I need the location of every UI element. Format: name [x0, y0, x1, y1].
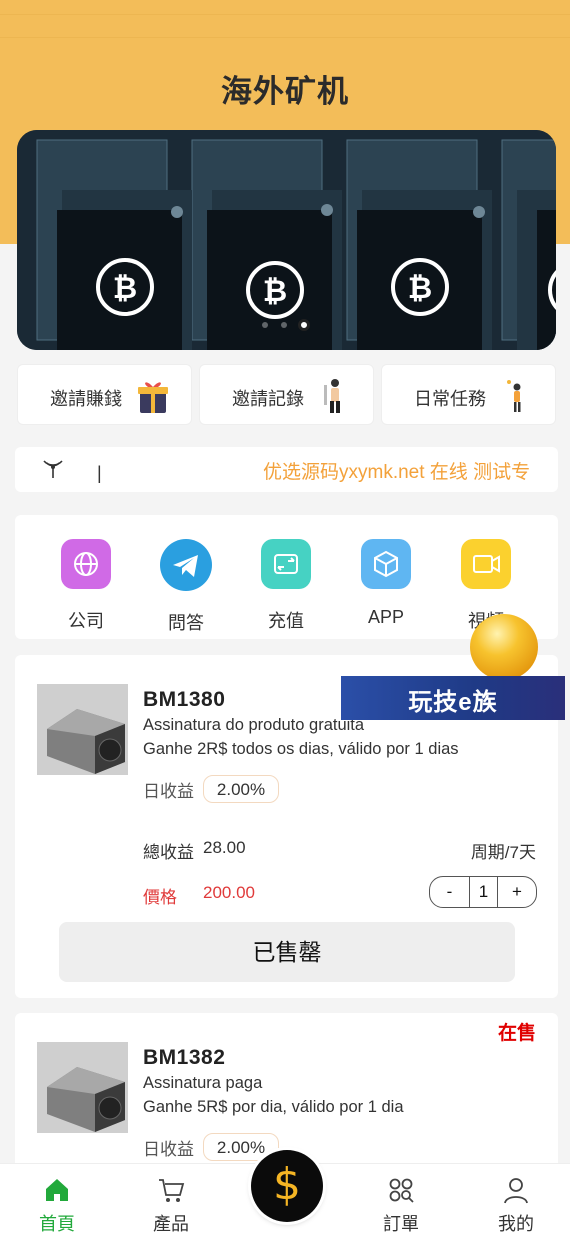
- user-icon: [504, 1178, 528, 1204]
- tab-home[interactable]: 首頁: [17, 1176, 97, 1236]
- globe-icon: [61, 539, 111, 589]
- menu-item-app[interactable]: APP: [336, 539, 436, 628]
- menu-item-label: 充值: [268, 611, 304, 631]
- floating-coin-icon[interactable]: [470, 614, 538, 680]
- product-image: [37, 684, 128, 775]
- carousel-dot[interactable]: [281, 322, 287, 328]
- quick-link-label: 日常任務: [414, 389, 486, 409]
- floating-ad-banner[interactable]: 玩技e族: [341, 676, 565, 720]
- svg-text:₿: ₿: [408, 271, 432, 306]
- total-income-label: 總收益: [143, 843, 194, 862]
- product-name: BM1382: [143, 1046, 226, 1069]
- quick-link-label: 邀請記錄: [232, 389, 304, 409]
- product-description: Assinatura do produto gratuita: [143, 716, 365, 734]
- person-task-icon: [507, 380, 521, 412]
- product-description: Ganhe 5R$ por dia, válido por 1 dia: [143, 1098, 404, 1116]
- bottom-tab-bar: 首頁 產品 $ 訂單 我的: [0, 1150, 570, 1246]
- wallet-icon: [261, 539, 311, 589]
- svg-text:₿: ₿: [263, 274, 287, 309]
- menu-item-label: 問答: [168, 613, 204, 633]
- notice-cursor: |: [97, 463, 102, 483]
- tab-label: 訂單: [383, 1214, 419, 1234]
- status-badge: 在售: [497, 1023, 536, 1044]
- menu-item-recharge[interactable]: 充值: [236, 539, 336, 633]
- person-record-icon: [324, 379, 340, 413]
- quantity-stepper: - 1 +: [429, 876, 537, 908]
- divider: [0, 37, 570, 38]
- bitcoin-miners-image: ₿ ₿ ₿: [17, 130, 556, 350]
- video-icon: [461, 539, 511, 589]
- banner-carousel[interactable]: ₿ ₿ ₿: [17, 130, 556, 350]
- tab-label: 我的: [498, 1214, 534, 1234]
- quick-link-invite-records[interactable]: 邀請記錄: [199, 364, 374, 425]
- telegram-icon: [160, 539, 212, 591]
- tab-label: 產品: [153, 1214, 189, 1234]
- quantity-value[interactable]: 1: [470, 877, 498, 907]
- sold-out-button[interactable]: 已售罄: [59, 922, 515, 982]
- tab-label: 首頁: [39, 1214, 75, 1234]
- svg-text:₿: ₿: [113, 271, 137, 306]
- product-image: [37, 1042, 128, 1133]
- menu-item-company[interactable]: 公司: [36, 539, 136, 633]
- tab-profile[interactable]: 我的: [476, 1176, 556, 1236]
- gift-icon: [138, 382, 168, 413]
- ad-banner-text: 玩技e族: [408, 689, 498, 716]
- product-description: Assinatura paga: [143, 1074, 263, 1092]
- tab-orders[interactable]: 訂單: [361, 1176, 441, 1236]
- quick-link-daily-tasks[interactable]: 日常任務: [381, 364, 556, 425]
- period-label: 周期/7天: [470, 843, 536, 862]
- broadcast-icon: [43, 460, 63, 478]
- price-label: 價格: [143, 888, 177, 907]
- notice-marquee-text: 优选源码yxymk.net 在线 测试专: [263, 462, 531, 483]
- product-card: 在售 BM1382 Assinatura paga Ganhe 5R$ por …: [15, 1013, 558, 1173]
- orders-icon: [389, 1178, 414, 1203]
- quantity-decrease-button[interactable]: -: [430, 877, 470, 907]
- carousel-indicator: [0, 318, 570, 332]
- daily-income-label: 日收益: [143, 782, 194, 801]
- quantity-increase-button[interactable]: +: [498, 877, 536, 907]
- carousel-dot[interactable]: [262, 322, 268, 328]
- quick-link-label: 邀請賺錢: [50, 389, 122, 409]
- product-name: BM1380: [143, 688, 226, 711]
- daily-rate-badge: 2.00%: [203, 775, 279, 803]
- divider: [0, 14, 570, 15]
- notice-bar[interactable]: | 优选源码yxymk.net 在线 测试专: [15, 447, 558, 492]
- quick-link-invite-earn[interactable]: 邀請賺錢: [17, 364, 192, 425]
- total-income-value: 28.00: [203, 838, 246, 857]
- page-title: 海外矿机: [221, 74, 349, 109]
- price-value: 200.00: [203, 883, 255, 902]
- product-description: Ganhe 2R$ todos os dias, válido por 1 di…: [143, 740, 459, 758]
- feature-menu: 公司 問答 充值 APP 視頻: [15, 515, 558, 639]
- menu-item-faq[interactable]: 問答: [136, 539, 236, 635]
- box-icon: [361, 539, 411, 589]
- tab-products[interactable]: 產品: [131, 1176, 211, 1236]
- menu-item-label: APP: [367, 607, 405, 627]
- home-icon: [46, 1179, 68, 1201]
- menu-item-label: 公司: [68, 611, 104, 631]
- daily-income-label: 日收益: [143, 1140, 194, 1159]
- dollar-icon[interactable]: $: [251, 1150, 323, 1222]
- cart-icon: [159, 1179, 185, 1202]
- carousel-dot-active[interactable]: [298, 319, 310, 331]
